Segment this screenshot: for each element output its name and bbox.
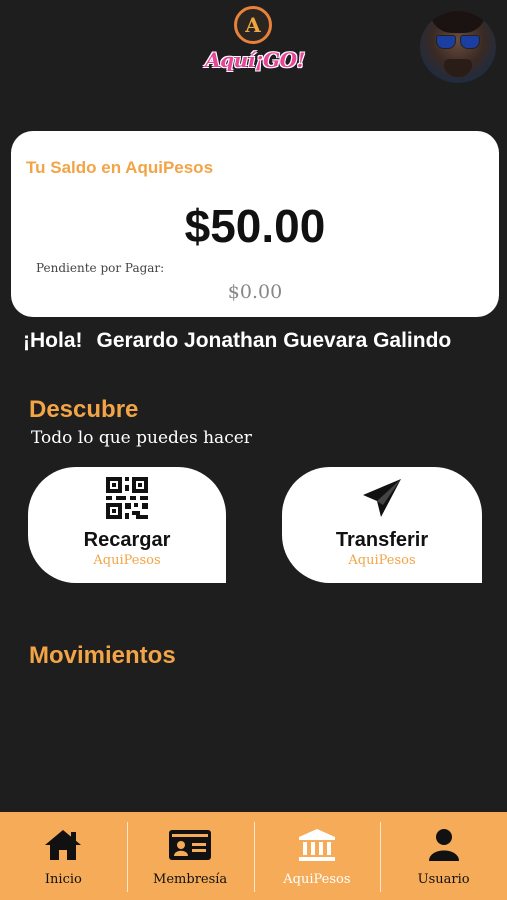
nav-label-inicio: Inicio bbox=[44, 872, 82, 887]
discover-subtitle: Todo lo que puedes hacer bbox=[31, 428, 252, 448]
balance-amount: $50.00 bbox=[184, 200, 326, 252]
nav-item-usuario[interactable]: Usuario bbox=[380, 812, 507, 900]
recargar-label: Recargar bbox=[83, 529, 171, 551]
movements-title: Movimientos bbox=[29, 642, 176, 669]
transferir-button[interactable]: Transferir AquiPesos bbox=[282, 467, 482, 583]
greeting-hello: ¡Hola! bbox=[23, 329, 83, 352]
recargar-button[interactable]: Recargar AquiPesos bbox=[28, 467, 226, 583]
app-logo: A Aquí¡GO! bbox=[205, 6, 305, 88]
bank-icon bbox=[254, 828, 381, 864]
nav-label-aquipesos: AquiPesos bbox=[283, 872, 351, 887]
avatar[interactable] bbox=[420, 11, 496, 83]
balance-title: Tu Saldo en AquiPesos bbox=[26, 158, 214, 177]
home-icon bbox=[0, 828, 127, 864]
paper-plane-icon bbox=[282, 477, 482, 519]
qr-code-icon bbox=[28, 477, 226, 519]
logo-badge: A bbox=[234, 6, 272, 44]
id-card-icon bbox=[127, 828, 254, 864]
nav-item-aquipesos[interactable]: AquiPesos bbox=[253, 812, 381, 900]
user-name: Gerardo Jonathan Guevara Galindo bbox=[96, 329, 452, 352]
logo-text: Aquí¡GO! bbox=[205, 48, 305, 72]
greeting: ¡Hola! Gerardo Jonathan Guevara Galindo bbox=[23, 329, 451, 353]
pending-value: $0.00 bbox=[227, 281, 283, 303]
recargar-sub: AquiPesos bbox=[93, 553, 161, 568]
discover-title: Descubre bbox=[29, 396, 139, 423]
user-icon bbox=[380, 828, 507, 864]
bottom-nav: Inicio Membresía AquiPesos Usuario bbox=[0, 812, 507, 900]
transferir-sub: AquiPesos bbox=[348, 553, 416, 568]
logo-badge-letter: A bbox=[245, 13, 261, 37]
balance-card: Tu Saldo en AquiPesos $50.00 Pendiente p… bbox=[11, 131, 499, 317]
pending-label: Pendiente por Pagar: bbox=[36, 261, 165, 275]
nav-item-inicio[interactable]: Inicio bbox=[0, 812, 127, 900]
transferir-label: Transferir bbox=[335, 529, 429, 551]
nav-label-usuario: Usuario bbox=[417, 872, 470, 887]
nav-item-membresia[interactable]: Membresía bbox=[126, 812, 254, 900]
nav-label-membresia: Membresía bbox=[153, 872, 228, 887]
